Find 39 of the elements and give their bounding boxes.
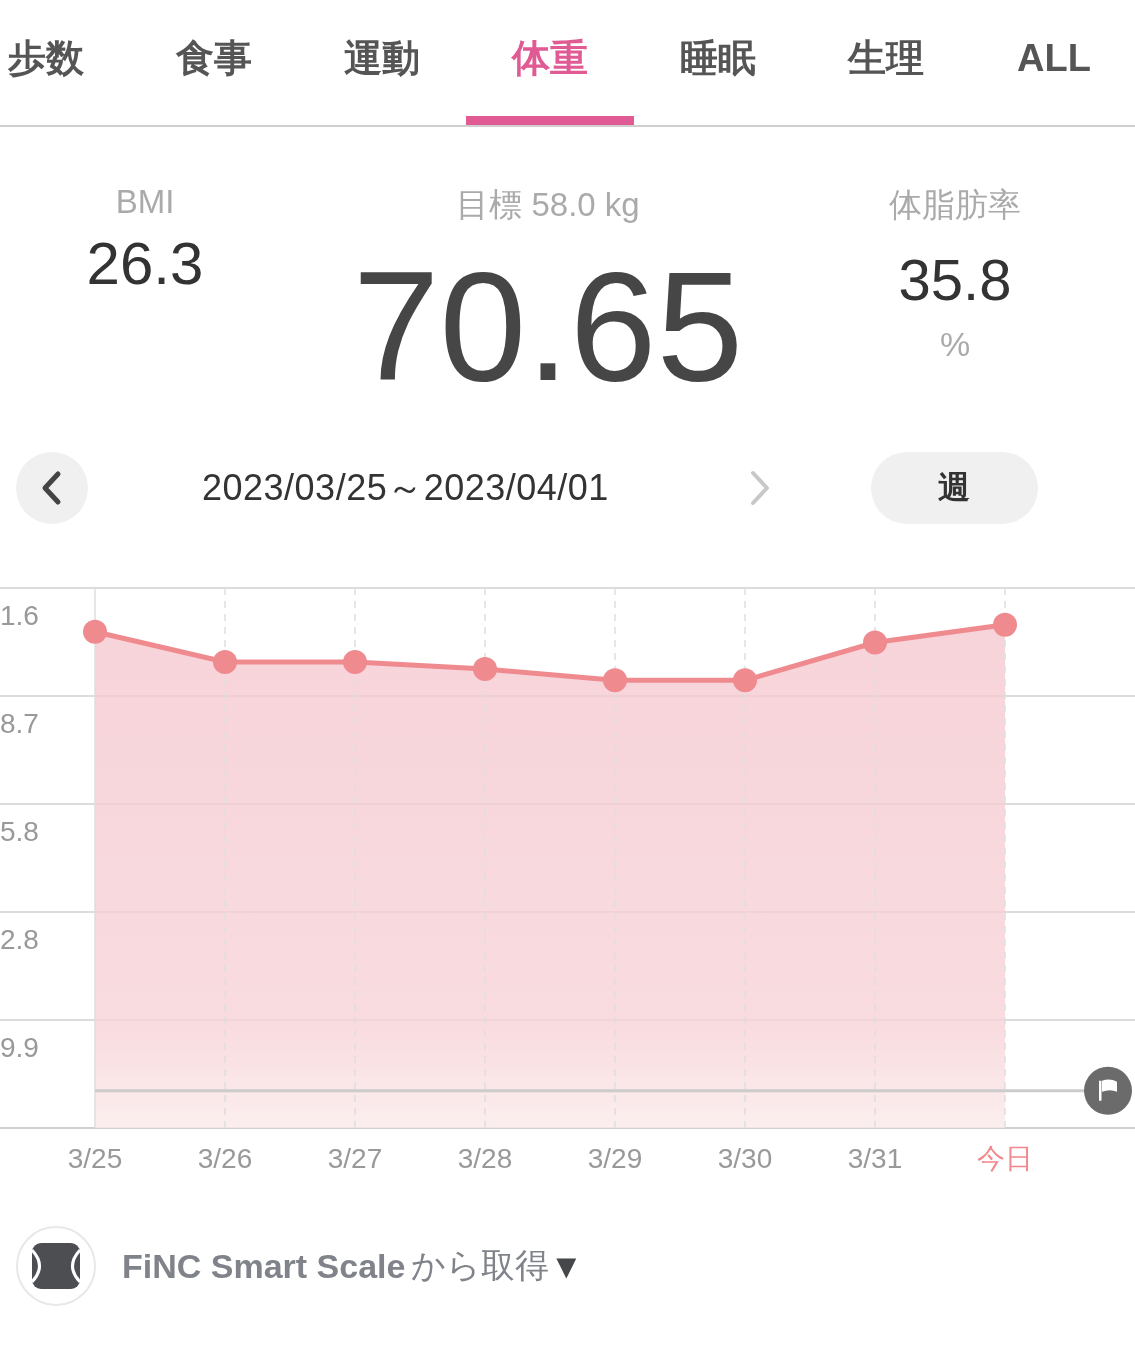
data-point: [863, 630, 887, 655]
tab[interactable]: 睡眠: [634, 0, 802, 125]
data-point: [343, 650, 367, 674]
scale-icon: [16, 1226, 96, 1306]
body-fat-value: 35.8: [898, 246, 1012, 313]
period-button[interactable]: 週: [870, 452, 1038, 524]
data-point: [83, 619, 107, 644]
y-axis-label: 2.8: [0, 924, 39, 955]
goal-weight: 目標 58.0 kg: [456, 185, 640, 225]
y-axis-label: 8.7: [0, 708, 39, 739]
data-point: [993, 612, 1017, 637]
data-point: [473, 657, 497, 681]
y-axis-label: 1.6: [0, 600, 39, 631]
x-axis-label: 今日: [977, 1143, 1033, 1174]
y-axis-label: 5.8: [0, 816, 39, 847]
y-axis-label: 9.9: [0, 1032, 39, 1063]
x-axis-label: 3/28: [457, 1143, 513, 1174]
data-point: [733, 668, 757, 693]
bmi-value: 26.3: [86, 229, 204, 298]
body-fat-label: 体脂肪率: [889, 185, 1021, 225]
x-axis-label: 3/27: [327, 1143, 383, 1174]
x-axis-label: 3/29: [587, 1143, 643, 1174]
data-point: [213, 650, 237, 674]
x-axis-label: 3/30: [717, 1143, 773, 1174]
tab[interactable]: 生理: [802, 0, 970, 125]
x-axis-label: 3/25: [67, 1143, 123, 1174]
data-point: [603, 668, 627, 693]
bmi-label: BMI: [115, 183, 175, 221]
x-axis-label: 3/31: [847, 1143, 903, 1174]
goal-flag-icon: [1084, 1066, 1132, 1115]
tab[interactable]: 運動: [298, 0, 466, 125]
body-fat-unit: %: [939, 325, 971, 364]
date-range: 2023/03/25～2023/04/01: [202, 465, 609, 510]
tab[interactable]: ALL: [970, 0, 1135, 125]
weight-value: 70.65: [352, 248, 744, 404]
source-selector[interactable]: FiNC Smart Scale から取得▼: [122, 1243, 584, 1289]
tab[interactable]: 歩数: [0, 0, 130, 125]
tab[interactable]: 食事: [130, 0, 298, 125]
x-axis-label: 3/26: [197, 1143, 253, 1174]
